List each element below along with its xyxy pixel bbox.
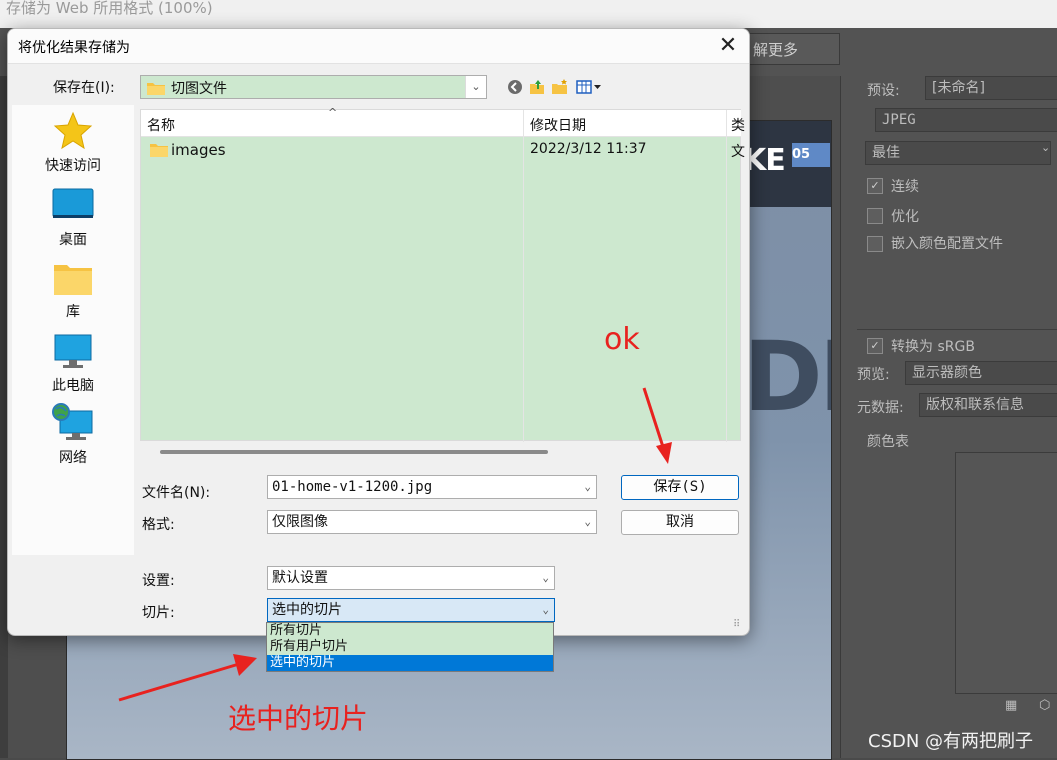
slices-select[interactable]: 选中的切片 ⌄ (267, 598, 555, 622)
annotation-arrow-down (642, 387, 672, 464)
annotation-selected-slice: 选中的切片 (228, 702, 369, 735)
ps-image-text-de: DE (743, 321, 831, 433)
view-menu-icon[interactable] (576, 78, 602, 96)
metadata-label: 元数据: (857, 400, 904, 416)
back-icon[interactable] (506, 78, 524, 96)
embed-profile-label: 嵌入颜色配置文件 (891, 236, 1003, 252)
place-label: 库 (66, 304, 80, 320)
new-folder-icon[interactable] (551, 78, 569, 96)
place-label: 网络 (59, 450, 87, 466)
folder-icon (150, 144, 168, 157)
format-select[interactable]: JPEG (875, 108, 1057, 132)
place-desktop[interactable]: 桌面 (12, 187, 134, 249)
quality-arrow-icon: ⌄ (1041, 141, 1051, 154)
slice-option-selected[interactable]: 选中的切片 (267, 655, 553, 671)
convert-srgb-checkbox[interactable]: ✓ (867, 338, 883, 354)
file-list-header: ^ 名称 修改日期 类 (141, 106, 745, 137)
annotation-arrow-left (118, 654, 257, 702)
save-in-label: 保存在(I): (53, 80, 115, 96)
filename-label: 文件名(N): (142, 485, 211, 501)
network-icon (52, 403, 93, 440)
settings-value: 默认设置 (272, 570, 328, 586)
computer-icon (54, 334, 92, 368)
cancel-button[interactable]: 取消 (621, 510, 739, 535)
slice-option-user[interactable]: 所有用户切片 (267, 639, 553, 655)
column-date[interactable]: 修改日期 (530, 115, 586, 135)
save-in-value: 切图文件 (171, 81, 227, 97)
horizontal-scrollbar[interactable] (160, 450, 548, 454)
format-value: 仅限图像 (272, 514, 328, 530)
chevron-down-icon[interactable]: ⌄ (542, 567, 549, 589)
optimized-checkbox[interactable] (867, 208, 883, 224)
place-library[interactable]: 库 (12, 261, 134, 321)
color-table-label: 颜色表 (867, 434, 909, 450)
filename-value: 01-home-v1-1200.jpg (272, 479, 433, 495)
settings-select[interactable]: 默认设置 ⌄ (267, 566, 555, 590)
filename-input[interactable]: 01-home-v1-1200.jpg ⌄ (267, 475, 597, 499)
ps-slice-badge: 05 (792, 143, 830, 167)
folder-icon (147, 83, 165, 95)
resize-grip-icon[interactable]: ⠿ (733, 619, 740, 630)
dialog-title: 将优化结果存储为 (18, 40, 130, 56)
up-folder-icon[interactable] (528, 78, 546, 96)
panel-divider (857, 329, 1057, 330)
save-in-select[interactable]: 切图文件 ⌄ (140, 75, 487, 99)
place-quick-access[interactable]: 快速访问 (12, 111, 134, 175)
ps-optimize-panel: 预设: [未命名] JPEG 最佳 ⌄ ✓ 连续 优化 嵌入颜色配置文件 ✓ 转… (840, 76, 1057, 758)
places-bar: 快速访问 桌面 库 此电脑 网络 (12, 105, 134, 555)
sort-ascending-icon: ^ (328, 106, 338, 119)
embed-profile-checkbox[interactable] (867, 236, 883, 252)
preview-label: 预览: (857, 367, 890, 383)
cube-icon[interactable]: ⬡ (1039, 698, 1050, 713)
optimized-label: 优化 (891, 209, 919, 225)
column-separator (523, 110, 524, 442)
watermark: CSDN @有两把刷子 (868, 731, 1034, 752)
place-label: 此电脑 (52, 378, 94, 394)
file-name: images (171, 141, 226, 159)
slice-option-all[interactable]: 所有切片 (267, 623, 553, 639)
column-name[interactable]: 名称 (147, 115, 175, 135)
annotation-ok: ok (604, 322, 640, 357)
settings-label: 设置: (142, 573, 175, 589)
place-label: 快速访问 (45, 158, 101, 174)
slices-dropdown-list: 所有切片 所有用户切片 选中的切片 (266, 622, 554, 672)
star-icon (53, 111, 93, 150)
format-select[interactable]: 仅限图像 ⌄ (267, 510, 597, 534)
chevron-down-icon[interactable]: ⌄ (584, 511, 591, 533)
slices-value: 选中的切片 (272, 602, 342, 618)
preset-label: 预设: (867, 83, 900, 99)
column-separator (726, 110, 727, 442)
quality-select[interactable]: 最佳 (865, 141, 1051, 165)
preset-select[interactable]: [未命名] (925, 76, 1057, 100)
color-table (955, 452, 1057, 694)
library-folder-icon (54, 265, 92, 295)
place-label: 桌面 (59, 232, 87, 248)
place-network[interactable]: 网络 (12, 403, 134, 467)
file-date: 2022/3/12 11:37 (530, 141, 647, 157)
checkerboard-icon[interactable]: ▦ (1005, 698, 1017, 713)
preview-select[interactable]: 显示器颜色 (905, 361, 1057, 385)
progressive-label: 连续 (891, 179, 919, 195)
save-button[interactable]: 保存(S) (621, 475, 739, 500)
convert-srgb-label: 转换为 sRGB (891, 339, 975, 355)
column-type[interactable]: 类 (731, 115, 745, 135)
metadata-select[interactable]: 版权和联系信息 (919, 393, 1057, 417)
slices-label: 切片: (142, 605, 175, 621)
format-label: 格式: (142, 517, 175, 533)
close-icon[interactable]: ✕ (708, 29, 748, 63)
chevron-down-icon[interactable]: ⌄ (584, 476, 591, 498)
ps-learn-more-button[interactable]: 解更多 (740, 33, 840, 65)
chevron-down-icon[interactable]: ⌄ (465, 76, 486, 98)
ps-window-title: 存储为 Web 所用格式 (100%) (0, 0, 1057, 28)
desktop-icon (52, 188, 94, 218)
file-type: 文 (731, 144, 745, 160)
place-this-pc[interactable]: 此电脑 (12, 333, 134, 395)
dialog-titlebar: 将优化结果存储为 ✕ (8, 29, 749, 64)
chevron-down-icon[interactable]: ⌄ (542, 599, 549, 621)
progressive-checkbox[interactable]: ✓ (867, 178, 883, 194)
